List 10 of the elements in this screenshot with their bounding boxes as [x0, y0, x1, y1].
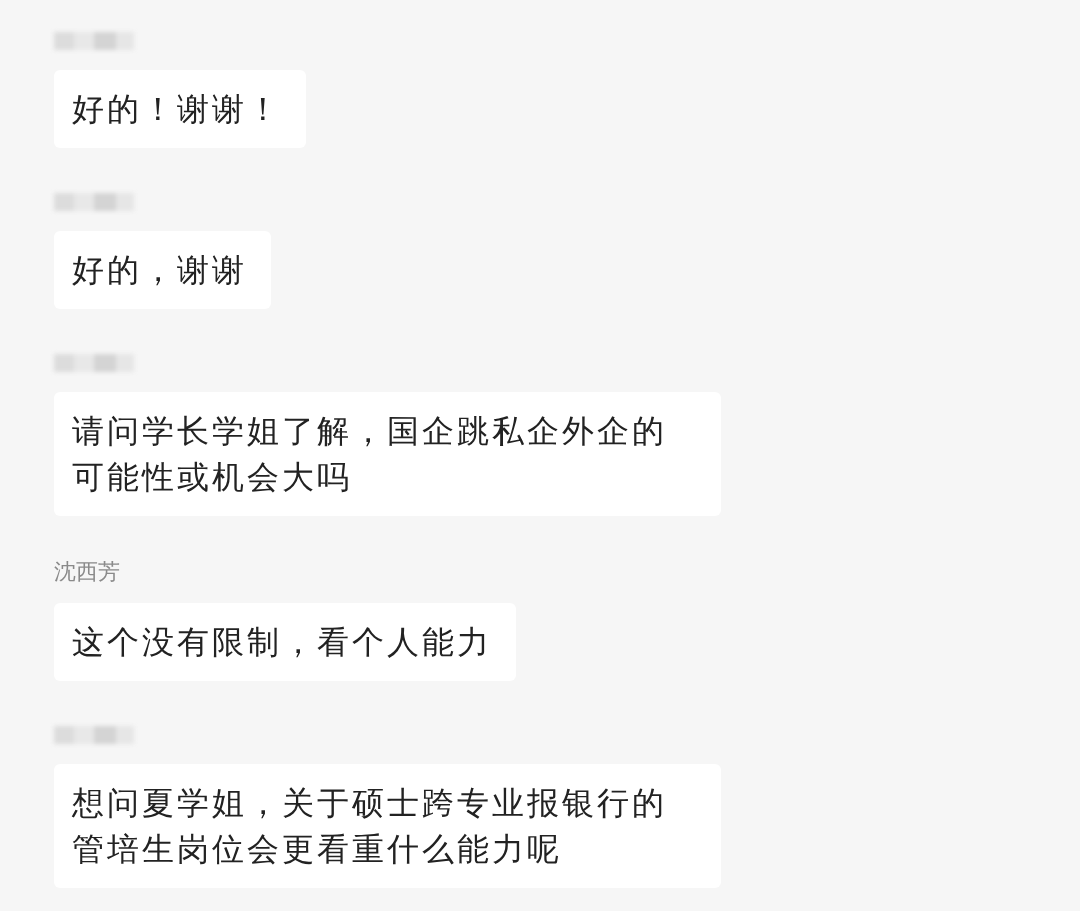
blurred-name-icon: [54, 30, 134, 52]
message-bubble: 请问学长学姐了解，国企跳私企外企的可能性或机会大吗: [54, 392, 721, 516]
blurred-name-icon: [54, 724, 134, 746]
message-bubble: 好的，谢谢: [54, 231, 271, 309]
blurred-name-icon: [54, 352, 134, 374]
message-bubble: 这个没有限制，看个人能力: [54, 603, 516, 681]
message-bubble: 好的！谢谢！: [54, 70, 306, 148]
sender-name: 沈西芳: [54, 559, 120, 585]
message-bubble: 想问夏学姐，关于硕士跨专业报银行的管培生岗位会更看重什么能力呢: [54, 764, 721, 888]
blurred-name-icon: [54, 191, 134, 213]
